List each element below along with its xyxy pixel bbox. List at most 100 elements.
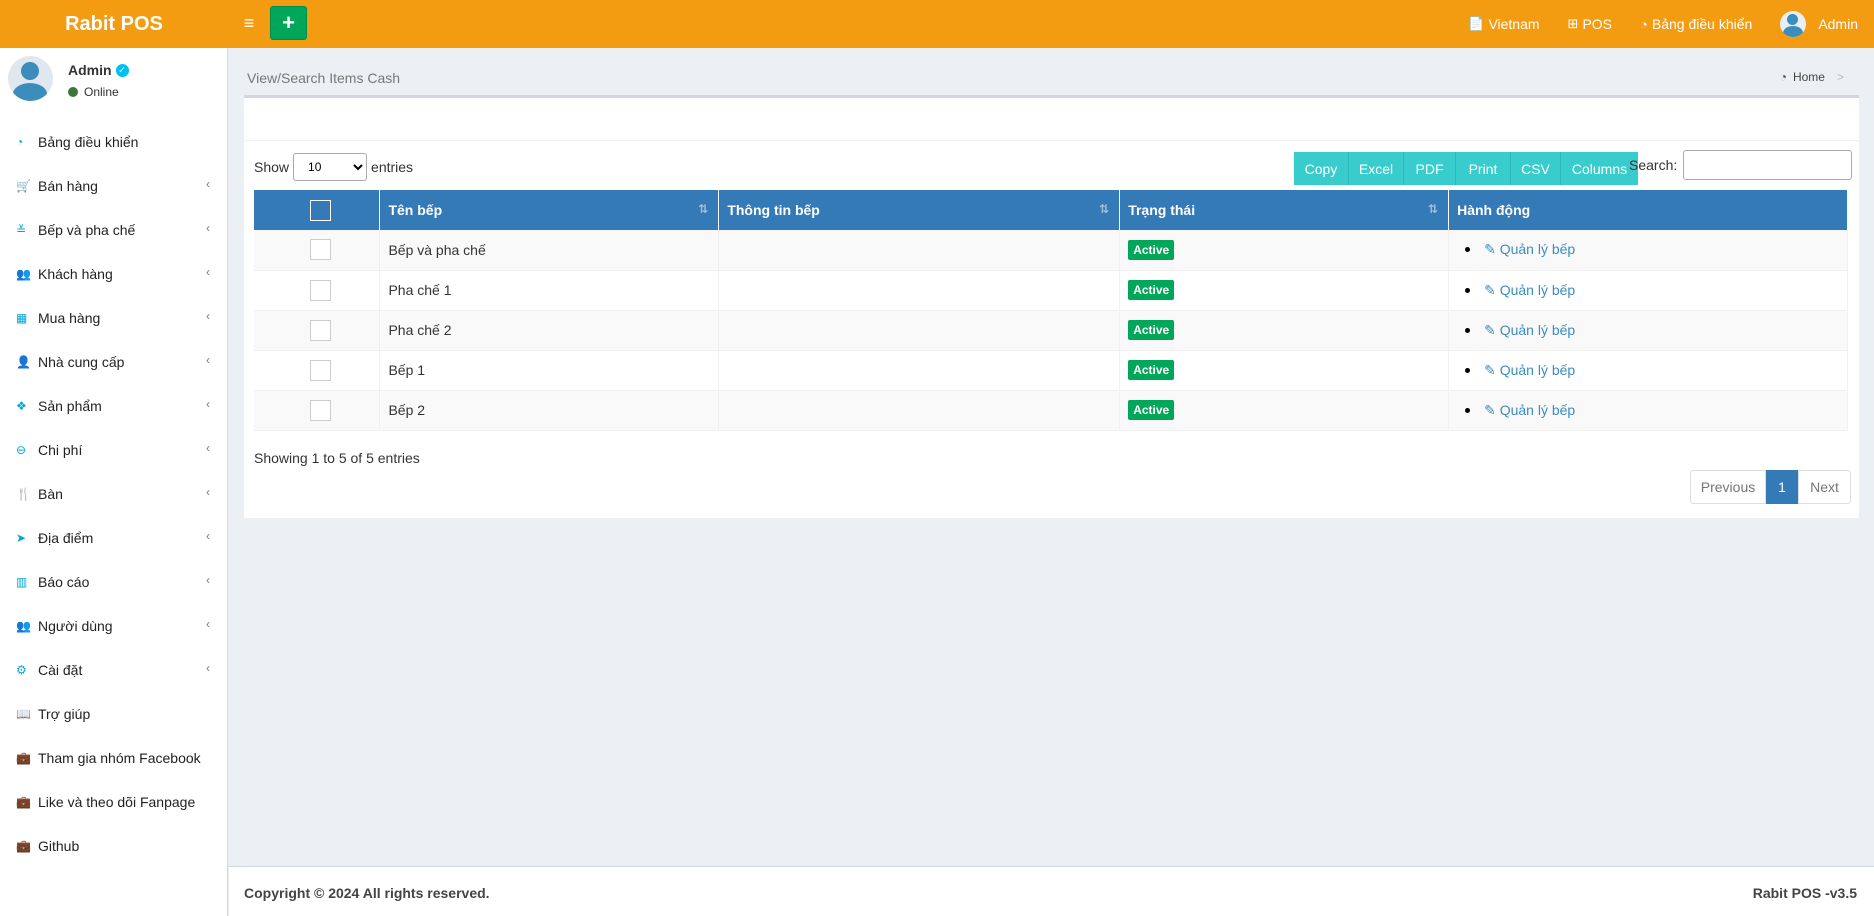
kitchen-name: Bếp 2 xyxy=(379,390,720,431)
manage-kitchen-link[interactable]: ✎ Quản lý bếp xyxy=(1484,322,1575,339)
gears-icon: ⚙ xyxy=(16,663,27,677)
minus-circle-icon: ⊖ xyxy=(16,443,27,457)
sidebar-item-locations[interactable]: ➤ Địa điểm ‹ xyxy=(0,516,228,560)
export-buttons: Copy Excel PDF Print CSV Columns xyxy=(1294,152,1638,185)
search-input[interactable] xyxy=(1683,150,1853,180)
column-header-info[interactable]: Thông tin bếp ⇅ xyxy=(718,190,1121,230)
kitchen-table: Tên bếp ⇅ Thông tin bếp ⇅ Trạng thái ⇅ Hành… xyxy=(254,190,1848,431)
chevron-left-icon: ‹ xyxy=(206,221,210,235)
kitchen-name: Bếp và pha chế xyxy=(379,230,720,271)
row-checkbox[interactable] xyxy=(310,399,332,421)
row-checkbox[interactable] xyxy=(310,319,332,341)
edit-icon: ✎ xyxy=(1484,401,1500,418)
book-icon: 📖 xyxy=(16,707,31,721)
row-checkbox[interactable] xyxy=(310,279,332,301)
bar-chart-icon: ▥ xyxy=(16,575,28,589)
sidebar-item-facebook-group[interactable]: 💼 Tham gia nhóm Facebook xyxy=(0,736,228,780)
bullet-icon xyxy=(1465,327,1471,333)
table-row: Pha chế 2 Active ✎ Quản lý bếp xyxy=(254,310,1848,351)
kitchen-name: Pha chế 1 xyxy=(379,270,720,311)
status-badge: Active xyxy=(1128,239,1175,260)
chevron-left-icon: ‹ xyxy=(206,485,210,499)
kitchen-name: Pha chế 2 xyxy=(379,310,720,351)
manage-kitchen-link[interactable]: ✎ Quản lý bếp xyxy=(1484,282,1575,299)
breadcrumb-separator: > xyxy=(1836,70,1844,84)
manage-kitchen-link[interactable]: ✎ Quản lý bếp xyxy=(1484,241,1575,258)
plus-square-icon: ⊞ xyxy=(1567,16,1579,31)
language-link[interactable]: 📄 Vietnam xyxy=(1468,16,1539,32)
chevron-left-icon: ‹ xyxy=(206,309,210,323)
user-menu[interactable]: Admin xyxy=(1780,11,1858,37)
sidebar-item-products[interactable]: ❖ Sản phẩm ‹ xyxy=(0,384,228,428)
breadcrumb-home-link[interactable]: Home xyxy=(1793,70,1825,84)
sidebar-item-customers[interactable]: 👥 Khách hàng ‹ xyxy=(0,252,228,296)
copy-button[interactable]: Copy xyxy=(1294,152,1349,185)
sidebar-item-sales[interactable]: 🛒 Bán hàng ‹ xyxy=(0,164,228,208)
sidebar-item-suppliers[interactable]: 👤 Nhà cung cấp ‹ xyxy=(0,340,228,384)
edit-icon: ✎ xyxy=(1484,321,1500,338)
edit-icon: ✎ xyxy=(1484,241,1500,258)
next-button[interactable]: Next xyxy=(1798,470,1851,504)
paper-plane-icon: ➤ xyxy=(16,531,27,545)
manage-kitchen-link[interactable]: ✎ Quản lý bếp xyxy=(1484,362,1575,379)
manage-kitchen-link[interactable]: ✎ Quản lý bếp xyxy=(1484,402,1575,419)
chevron-left-icon: ‹ xyxy=(206,441,210,455)
briefcase-icon: 💼 xyxy=(16,839,31,853)
column-header-name[interactable]: Tên bếp ⇅ xyxy=(379,190,720,230)
sidebar-item-settings[interactable]: ⚙ Cài đặt ‹ xyxy=(0,648,228,692)
chevron-left-icon: ‹ xyxy=(206,573,210,587)
bullet-icon xyxy=(1465,287,1471,293)
print-button[interactable]: Print xyxy=(1456,152,1511,185)
pdf-button[interactable]: PDF xyxy=(1404,152,1456,185)
sidebar-item-help[interactable]: 📖 Trợ giúp xyxy=(0,692,228,736)
pos-link[interactable]: ⊞ POS xyxy=(1568,16,1612,32)
sidebar-item-github[interactable]: 💼 Github xyxy=(0,824,228,868)
document-icon: 📄 xyxy=(1468,16,1485,31)
sidebar-item-tables[interactable]: 🍴 Bàn ‹ xyxy=(0,472,228,516)
status-badge: Active xyxy=(1128,360,1175,380)
row-checkbox[interactable] xyxy=(310,239,332,261)
column-header-status[interactable]: Trạng thái ⇅ xyxy=(1119,190,1450,230)
columns-button[interactable]: Columns xyxy=(1561,152,1638,185)
kitchen-info xyxy=(718,270,1121,311)
page-1-button[interactable]: 1 xyxy=(1766,470,1798,504)
bullet-icon xyxy=(1465,367,1471,373)
table-row: Bếp 2 Active ✎ Quản lý bếp xyxy=(254,390,1848,431)
avatar xyxy=(8,56,53,101)
row-checkbox[interactable] xyxy=(310,359,332,381)
bullet-icon xyxy=(1465,247,1471,253)
excel-button[interactable]: Excel xyxy=(1349,152,1404,185)
sidebar-item-purchases[interactable]: ▦ Mua hàng ‹ xyxy=(0,296,228,340)
sidebar-item-kitchen[interactable]: ≚ Bếp và pha chế ‹ xyxy=(0,208,228,252)
sidebar-item-users[interactable]: 👥 Người dùng ‹ xyxy=(0,604,228,648)
previous-button[interactable]: Previous xyxy=(1690,470,1766,504)
sidebar-item-fanpage[interactable]: 💼 Like và theo dõi Fanpage xyxy=(0,780,228,824)
hamburger-menu-icon[interactable]: ≡ xyxy=(238,12,260,34)
page-length-select[interactable]: 10 xyxy=(293,153,368,181)
sort-icon: ⇅ xyxy=(1428,202,1439,216)
sidebar-item-reports[interactable]: ▥ Báo cáo ‹ xyxy=(0,560,228,604)
dashboard-icon: ◔ xyxy=(1779,70,1787,84)
breadcrumb: ◔ Home > xyxy=(1780,70,1844,84)
grid-icon: ▦ xyxy=(16,311,28,325)
briefcase-icon: 💼 xyxy=(16,751,31,765)
dashboard-link[interactable]: ◔ Bảng điều khiển xyxy=(1640,16,1752,32)
top-navbar: Rabit POS ≡ + 📄 Vietnam ⊞ POS ◔ Bảng điề… xyxy=(0,0,1874,48)
sidebar-item-dashboard[interactable]: ◔ Bảng điều khiển xyxy=(0,120,228,164)
user-avatar-icon xyxy=(1780,11,1807,37)
add-button[interactable]: + xyxy=(270,6,307,40)
bullet-icon xyxy=(1465,407,1471,413)
kitchen-name: Bếp 1 xyxy=(379,350,720,391)
select-all-checkbox[interactable] xyxy=(310,199,332,221)
box-divider xyxy=(244,140,1859,141)
chevron-left-icon: ‹ xyxy=(206,353,210,367)
csv-button[interactable]: CSV xyxy=(1511,152,1561,185)
sidebar-item-expenses[interactable]: ⊖ Chi phí ‹ xyxy=(0,428,228,472)
page-length-control: Show 10 entries xyxy=(254,153,413,181)
user-name: Admin ✓ xyxy=(68,62,129,78)
app-logo[interactable]: Rabit POS xyxy=(0,0,228,48)
entries-label: entries xyxy=(371,159,414,175)
kitchen-info xyxy=(718,310,1121,351)
edit-icon: ✎ xyxy=(1484,281,1500,298)
chevron-left-icon: ‹ xyxy=(206,177,210,191)
